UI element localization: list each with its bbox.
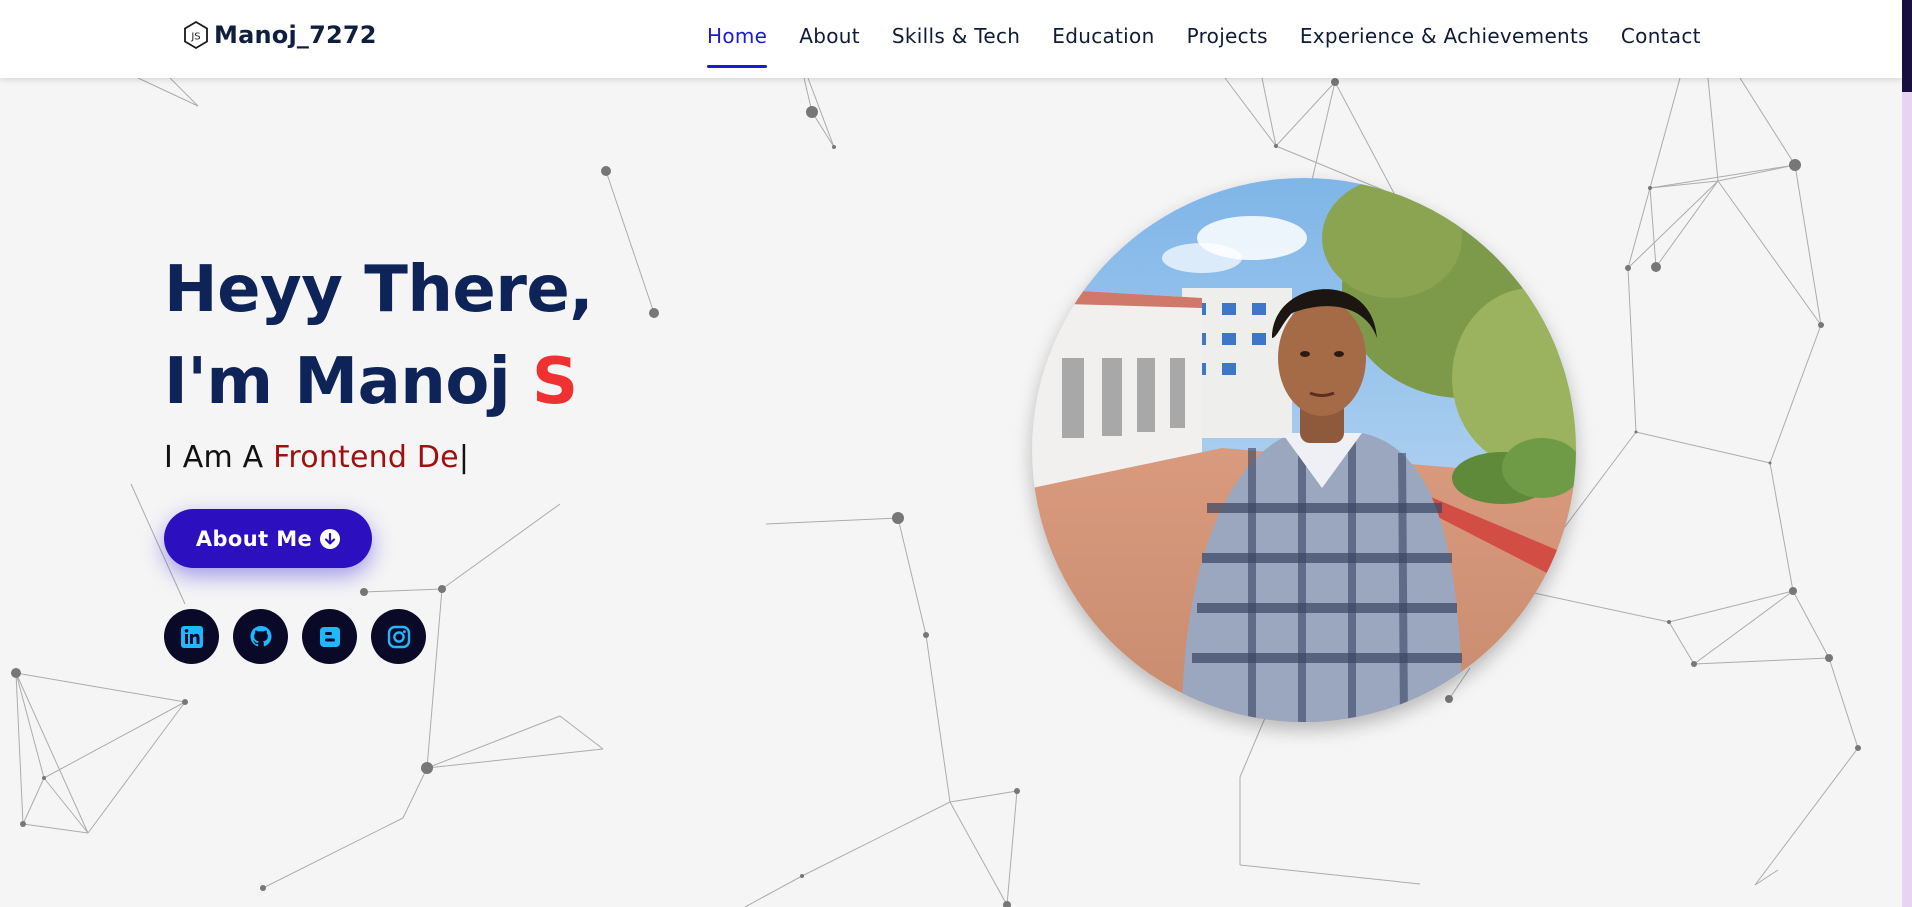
scrollbar-thumb[interactable] [1902,0,1912,92]
nodejs-hexagon-icon: JS [182,20,210,50]
blogger-icon [319,626,340,647]
profile-photo [1032,178,1576,722]
blogger-link[interactable] [302,609,357,664]
nav-contact[interactable]: Contact [1621,24,1701,64]
nav-education[interactable]: Education [1052,24,1154,64]
linkedin-icon [180,625,203,648]
github-link[interactable] [233,609,288,664]
hero-heading: Heyy There, I'm Manoj S [164,244,594,428]
nav-about[interactable]: About [799,24,860,64]
main-nav: Home About Skills & Tech Education Proje… [707,24,1701,68]
nav-projects[interactable]: Projects [1187,24,1268,64]
logo-text: Manoj_7272 [214,21,377,49]
scrollbar-track[interactable] [1902,0,1912,907]
nav-skills-tech[interactable]: Skills & Tech [892,24,1020,64]
navbar: JS Manoj_7272 Home About Skills & Tech E… [0,0,1902,78]
svg-text:JS: JS [190,32,200,43]
instagram-link[interactable] [371,609,426,664]
typing-caret: | [458,440,470,475]
about-me-button[interactable]: About Me [164,509,372,568]
linkedin-link[interactable] [164,609,219,664]
about-me-label: About Me [195,526,313,551]
profile-photo-illustration [1032,178,1576,722]
site-logo[interactable]: JS Manoj_7272 [182,20,377,50]
hero-greeting: Heyy There, [164,253,594,327]
arrow-circle-down-icon [320,528,341,549]
typed-prefix: I Am A [164,440,274,475]
typed-role-line: I Am A Frontend De| [164,440,469,475]
nav-experience-achievements[interactable]: Experience & Achievements [1300,24,1589,64]
hero-initial: S [532,345,578,419]
instagram-icon [387,625,410,648]
typed-role: Frontend De [273,440,459,475]
hero-intro: I'm Manoj [164,345,532,419]
github-icon [250,625,271,646]
nav-home[interactable]: Home [707,24,768,68]
social-links [164,609,426,664]
